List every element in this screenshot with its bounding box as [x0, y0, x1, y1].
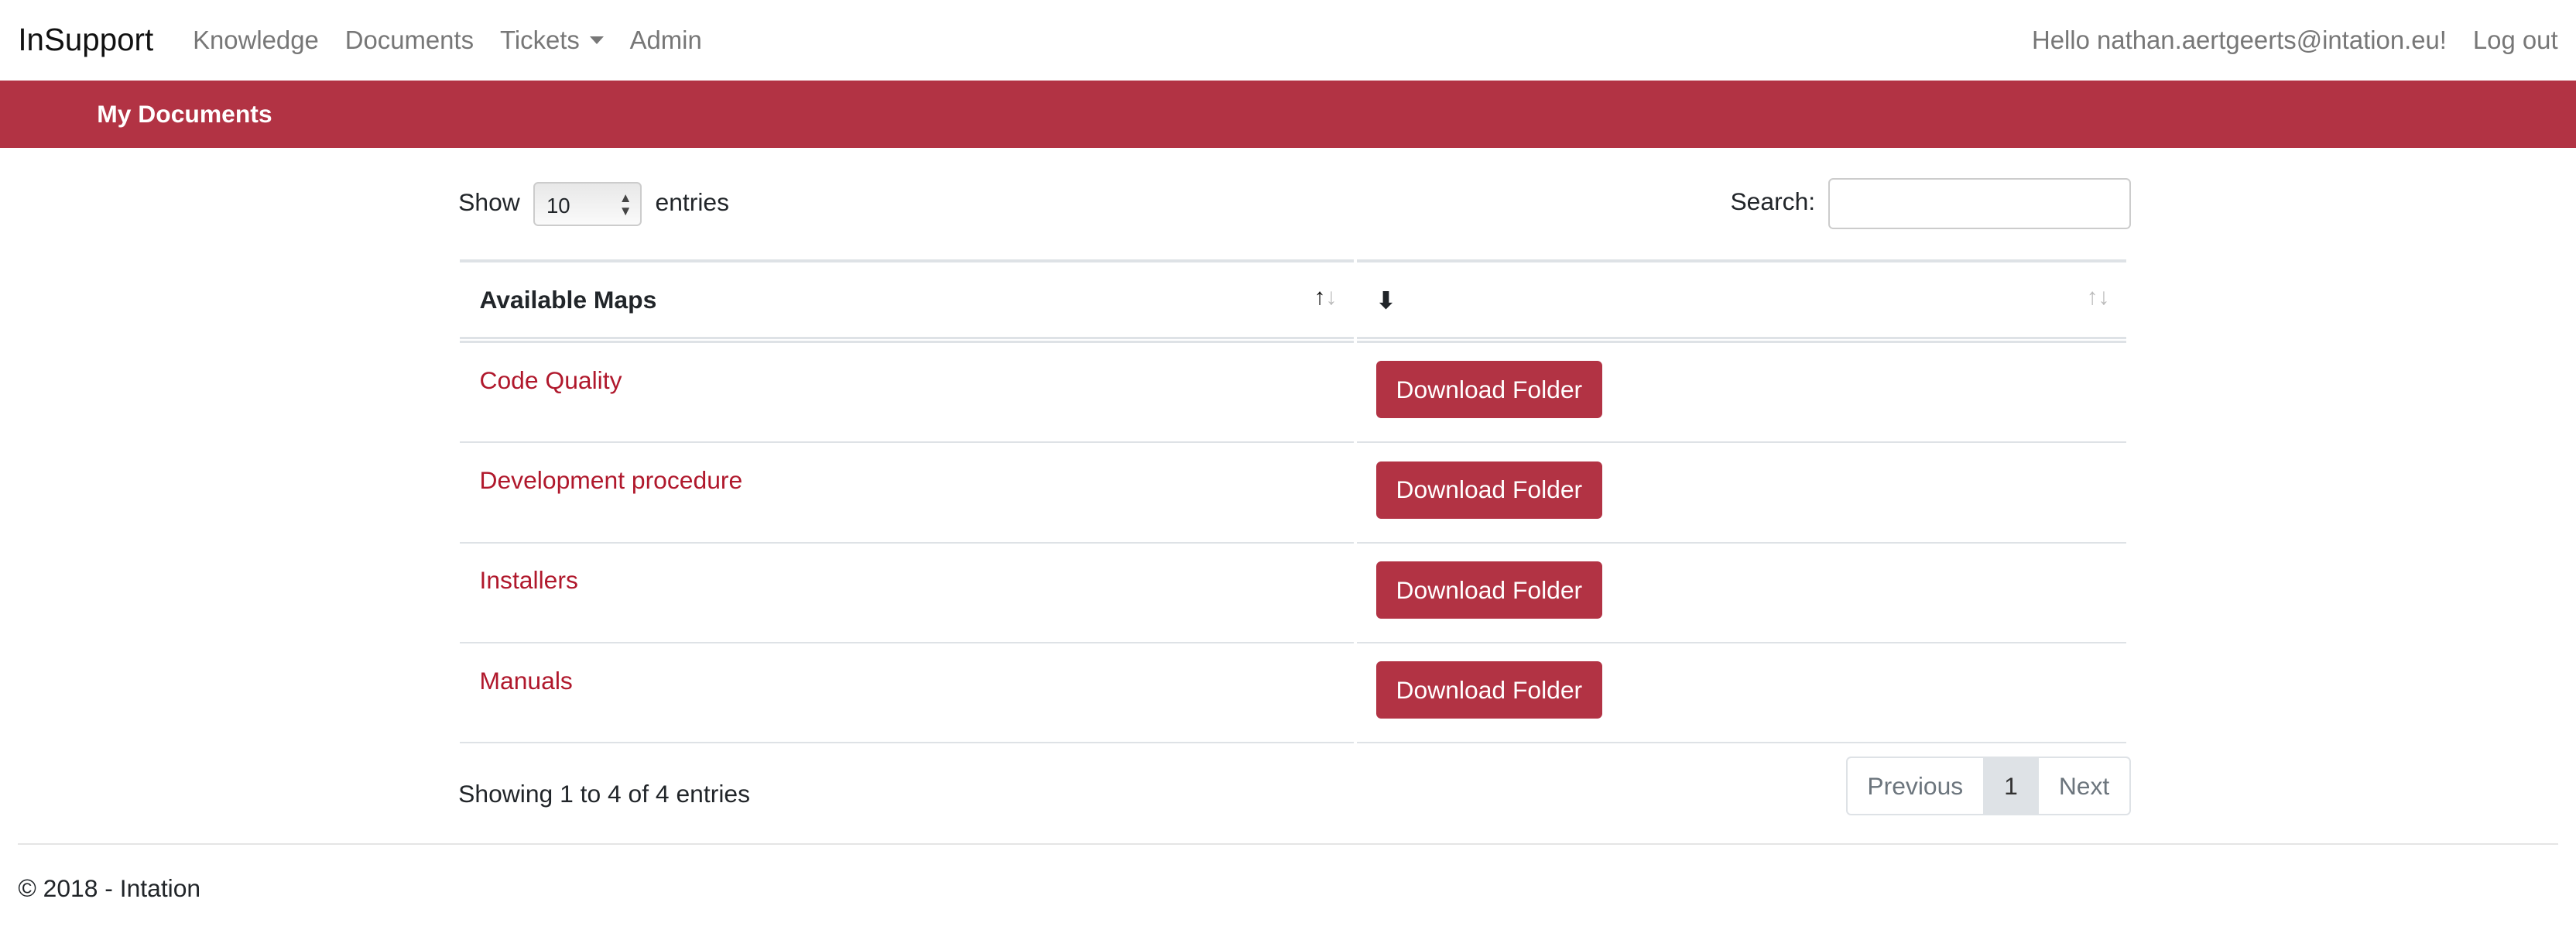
header-download[interactable]: ⬇ ↑↓ — [1356, 259, 2126, 343]
nav-knowledge[interactable]: Knowledge — [193, 26, 319, 55]
nav-tickets-label: Tickets — [499, 25, 580, 54]
entries-label: entries — [655, 187, 730, 216]
length-control: Show 10 ▲ ▼ entries — [458, 181, 730, 226]
entries-select[interactable]: 10 ▲ ▼ — [533, 181, 642, 226]
folder-link[interactable]: Code Quality — [480, 366, 1334, 395]
chevron-down-icon — [589, 36, 604, 44]
download-folder-button[interactable]: Download Folder — [1376, 661, 1602, 719]
folder-link[interactable]: Installers — [480, 566, 1334, 595]
table-row: Installers Download Folder — [460, 544, 2126, 643]
header-available-maps[interactable]: Available Maps ↑↓ — [460, 259, 1354, 343]
download-folder-button[interactable]: Download Folder — [1376, 561, 1602, 619]
download-folder-button[interactable]: Download Folder — [1376, 461, 1602, 519]
table-row: Manuals Download Folder — [460, 643, 2126, 744]
next-button[interactable]: Next — [2037, 758, 2129, 815]
navbar: InSupport Knowledge Documents Tickets Ad… — [0, 0, 2576, 81]
search-control: Search: — [1730, 178, 2131, 229]
entries-value: 10 — [546, 193, 570, 218]
previous-button[interactable]: Previous — [1848, 758, 1983, 814]
page-1-button[interactable]: 1 — [1982, 758, 2038, 815]
user-greeting[interactable]: Hello nathan.aertgeerts@intation.eu! — [2032, 26, 2447, 55]
nav-documents[interactable]: Documents — [345, 26, 474, 55]
download-folder-button[interactable]: Download Folder — [1376, 361, 1602, 419]
folder-link[interactable]: Development procedure — [480, 466, 1334, 495]
table-info: Showing 1 to 4 of 4 entries — [458, 780, 751, 808]
nav-admin[interactable]: Admin — [630, 26, 702, 55]
header-label: Available Maps — [479, 285, 657, 314]
pagination: Previous 1 Next — [1845, 757, 2131, 816]
logout-link[interactable]: Log out — [2473, 26, 2558, 55]
brand-logo[interactable]: InSupport — [18, 22, 153, 58]
folder-link[interactable]: Manuals — [480, 667, 1334, 695]
sort-asc-icon: ↑↓ — [1314, 283, 1338, 310]
search-label: Search: — [1730, 187, 1816, 216]
select-arrows-icon: ▲ ▼ — [618, 190, 632, 219]
search-input[interactable] — [1828, 178, 2131, 229]
nav-tickets[interactable]: Tickets — [500, 26, 604, 55]
table-row: Code Quality Download Folder — [460, 343, 2126, 444]
table-row: Development procedure Download Folder — [460, 443, 2126, 544]
page-title: My Documents — [0, 80, 2576, 148]
documents-table: Available Maps ↑↓ ⬇ ↑↓ Code Quality Downloa… — [457, 259, 2129, 744]
download-icon: ⬇ — [1376, 287, 1396, 314]
footer: © 2018 - Intation — [18, 842, 2558, 903]
show-label: Show — [458, 187, 520, 216]
sort-icon: ↑↓ — [2086, 283, 2110, 310]
